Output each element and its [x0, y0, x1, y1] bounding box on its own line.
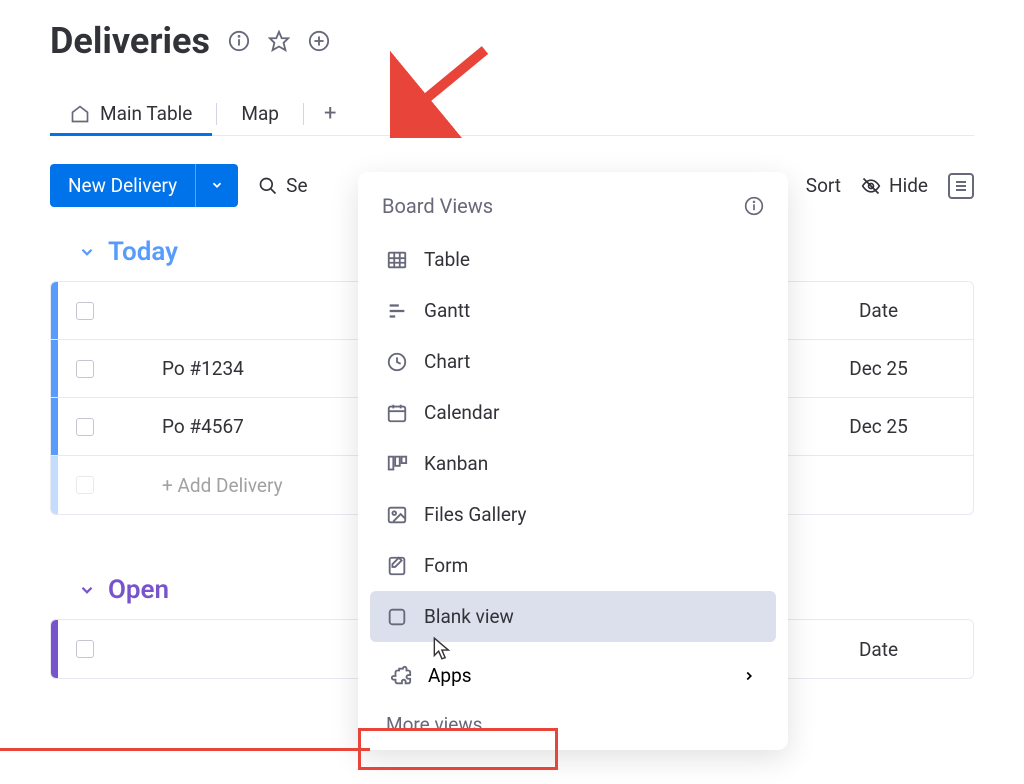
annotation-timeline [0, 748, 370, 751]
calendar-icon [386, 402, 408, 424]
sort-label: Sort [806, 174, 841, 197]
chart-icon [386, 351, 408, 373]
row-checkbox[interactable] [76, 418, 94, 436]
add-view-button[interactable]: + [308, 93, 352, 134]
tab-separator [216, 103, 217, 125]
group-color-bar [51, 398, 58, 455]
group-color-bar [51, 340, 58, 397]
view-option-table[interactable]: Table [370, 234, 776, 285]
row-date[interactable]: Dec 25 [783, 343, 973, 394]
view-option-gantt[interactable]: Gantt [370, 285, 776, 336]
sort-button[interactable]: Sort [806, 174, 841, 197]
view-label: Calendar [424, 401, 499, 424]
puzzle-icon [390, 665, 412, 687]
chevron-right-icon [742, 669, 756, 683]
date-header: Date [783, 624, 973, 675]
view-option-chart[interactable]: Chart [370, 336, 776, 387]
info-icon[interactable] [744, 196, 764, 216]
view-label: Blank view [424, 605, 514, 628]
mouse-cursor [432, 636, 454, 662]
view-option-form[interactable]: Form [370, 540, 776, 591]
table-icon [386, 249, 408, 271]
gantt-icon [386, 300, 408, 322]
tab-label: Map [241, 102, 279, 125]
select-all-checkbox[interactable] [76, 302, 94, 320]
view-option-files-gallery[interactable]: Files Gallery [370, 489, 776, 540]
view-label: Gantt [424, 299, 470, 322]
form-icon [386, 555, 408, 577]
chevron-down-icon[interactable] [195, 164, 238, 207]
row-checkbox[interactable] [76, 360, 94, 378]
more-views-link[interactable]: More views [358, 701, 788, 740]
search-button[interactable]: Se [258, 174, 307, 197]
hide-button[interactable]: Hide [861, 174, 928, 197]
new-delivery-label: New Delivery [50, 164, 195, 207]
star-icon[interactable] [268, 30, 290, 52]
group-color-bar [51, 456, 58, 514]
date-header: Date [783, 285, 973, 336]
row-date[interactable]: Dec 25 [783, 401, 973, 452]
chevron-down-icon [78, 581, 96, 599]
group-title: Open [108, 575, 169, 605]
info-icon[interactable] [228, 30, 250, 52]
annotation-arrow [390, 38, 500, 138]
apps-label: Apps [428, 664, 472, 687]
group-color-bar [51, 282, 58, 339]
view-label: Form [424, 554, 468, 577]
search-icon [258, 176, 278, 196]
kanban-icon [386, 453, 408, 475]
row-checkbox[interactable] [76, 476, 94, 494]
view-label: Kanban [424, 452, 488, 475]
more-views-label: More views [386, 713, 482, 736]
select-all-checkbox[interactable] [76, 640, 94, 658]
view-tabs: Main Table Map + [50, 92, 974, 136]
view-option-kanban[interactable]: Kanban [370, 438, 776, 489]
group-title: Today [108, 237, 178, 267]
gallery-icon [386, 504, 408, 526]
view-option-blank-view[interactable]: Blank view [370, 591, 776, 642]
tab-label: Main Table [100, 102, 192, 125]
views-panel-title: Board Views [382, 194, 493, 218]
group-color-bar [51, 620, 58, 678]
tab-separator [303, 103, 304, 125]
view-label: Chart [424, 350, 470, 373]
add-icon[interactable] [308, 30, 330, 52]
view-option-calendar[interactable]: Calendar [370, 387, 776, 438]
view-label: Files Gallery [424, 503, 527, 526]
panel-icon [948, 173, 974, 199]
new-delivery-button[interactable]: New Delivery [50, 164, 238, 207]
tab-map[interactable]: Map [221, 92, 299, 135]
view-option-apps[interactable]: Apps [370, 650, 776, 701]
home-icon [70, 104, 90, 124]
panel-toggle-button[interactable] [948, 173, 974, 199]
view-label: Table [424, 248, 470, 271]
chevron-down-icon [78, 243, 96, 261]
search-text: Se [286, 174, 307, 197]
blank-icon [386, 606, 408, 628]
board-views-dropdown: Board Views Table Gantt Chart Calendar K… [358, 172, 788, 750]
tab-main-table[interactable]: Main Table [50, 92, 212, 135]
hide-label: Hide [889, 174, 928, 197]
eye-off-icon [861, 176, 881, 196]
page-title: Deliveries [50, 20, 210, 62]
